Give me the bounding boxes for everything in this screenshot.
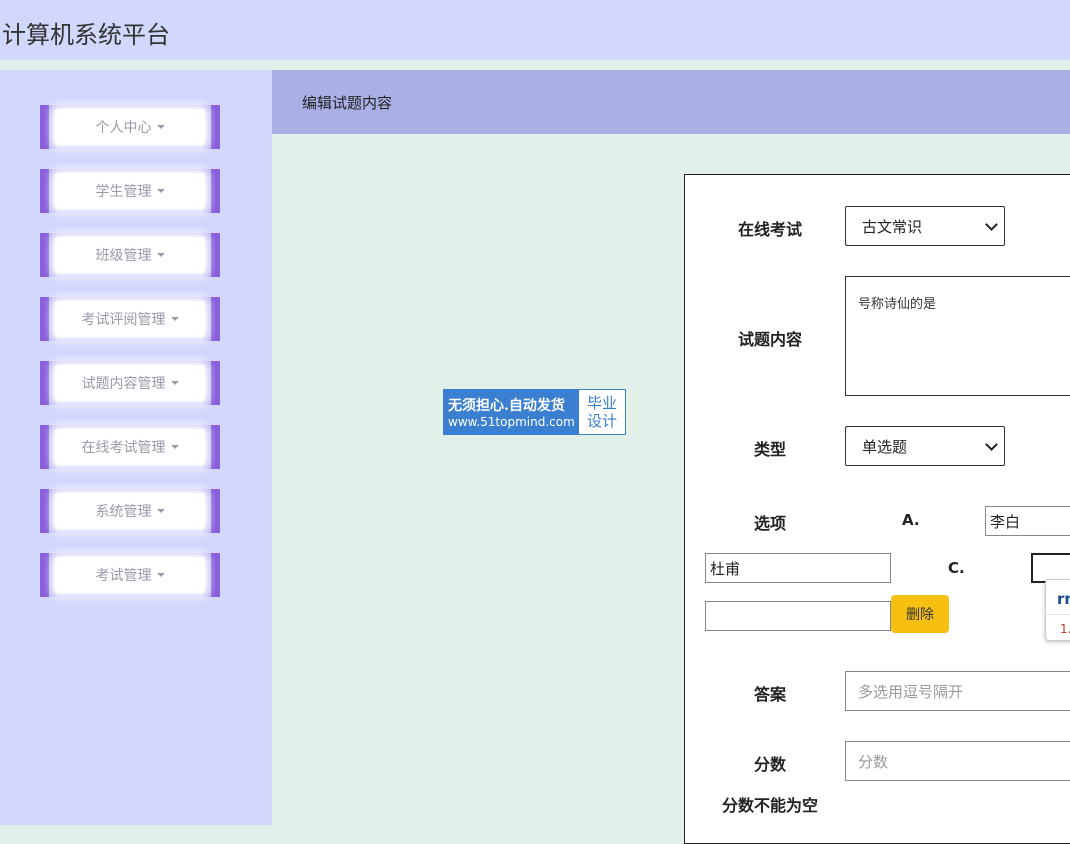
top-header: 计算机系统平台 [0, 0, 1070, 60]
watermark-url: www.51topmind.com [448, 415, 575, 429]
sidebar-item-personal-center[interactable]: 个人中心 [40, 105, 220, 149]
score-label: 分数 [754, 755, 787, 774]
sidebar-item-label: 考试管理 [95, 568, 152, 584]
watermark-tag2: 设计 [586, 412, 617, 430]
sidebar-item-question-content[interactable]: 试题内容管理 [40, 361, 220, 405]
sidebar: 个人中心 学生管理 班级管理 考试评阅管理 试题内容管理 在线考试管理 系统管理… [0, 70, 272, 825]
delete-option-button[interactable]: 删除 [891, 595, 949, 633]
option-a-input[interactable]: 李白 [985, 506, 1070, 536]
sidebar-item-label: 考试评阅管理 [81, 312, 166, 328]
chevron-down-icon [985, 217, 998, 231]
answer-label: 答案 [754, 685, 787, 704]
watermark-badge: 无须担心.自动发货 www.51topmind.com 毕业 设计 [443, 389, 626, 435]
type-label: 类型 [754, 440, 787, 459]
content-textarea[interactable]: 号称诗仙的是 [845, 276, 1070, 396]
popup-text: rn [1057, 590, 1070, 608]
breadcrumb: 编辑试题内容 [272, 70, 1070, 134]
caret-down-icon [170, 381, 179, 385]
sidebar-item-system[interactable]: 系统管理 [40, 489, 220, 533]
popup-number: 1. [1060, 622, 1070, 636]
sidebar-item-exams[interactable]: 考试管理 [40, 553, 220, 597]
option-d-input[interactable] [705, 601, 891, 631]
content-label: 试题内容 [738, 330, 803, 349]
sidebar-item-label: 系统管理 [95, 504, 152, 520]
app-title: 计算机系统平台 [2, 21, 170, 49]
exam-select-value: 古文常识 [862, 217, 923, 236]
sidebar-item-label: 在线考试管理 [81, 440, 166, 456]
header-gap [0, 60, 1070, 70]
sidebar-item-exam-review[interactable]: 考试评阅管理 [40, 297, 220, 341]
popup-divider [1046, 614, 1070, 615]
page-title: 编辑试题内容 [302, 94, 393, 112]
sidebar-item-label: 班级管理 [95, 248, 152, 264]
sidebar-item-label: 学生管理 [95, 184, 152, 200]
caret-down-icon [156, 253, 165, 257]
sidebar-item-classes[interactable]: 班级管理 [40, 233, 220, 277]
answer-input[interactable]: 多选用逗号隔开 [845, 671, 1070, 711]
sidebar-item-online-exam[interactable]: 在线考试管理 [40, 425, 220, 469]
caret-down-icon [156, 573, 165, 577]
score-input[interactable]: 分数 [845, 741, 1070, 781]
sidebar-item-label: 试题内容管理 [81, 376, 166, 392]
edit-question-form: 在线考试 古文常识 试题内容 号称诗仙的是 类型 单选题 选项 A. 李白 杜甫… [684, 174, 1070, 844]
exam-select[interactable]: 古文常识 [845, 206, 1005, 246]
chevron-down-icon [985, 437, 998, 451]
sidebar-item-students[interactable]: 学生管理 [40, 169, 220, 213]
watermark-line1: 无须担心.自动发货 [448, 398, 565, 414]
option-a-letter: A. [902, 511, 920, 529]
caret-down-icon [156, 189, 165, 193]
autocomplete-popup[interactable]: rn 1. [1045, 579, 1070, 641]
type-select[interactable]: 单选题 [845, 426, 1005, 466]
option-b-input[interactable]: 杜甫 [705, 553, 891, 583]
option-c-letter: C. [948, 559, 965, 577]
caret-down-icon [156, 509, 165, 513]
caret-down-icon [170, 317, 179, 321]
type-select-value: 单选题 [862, 437, 908, 456]
caret-down-icon [156, 125, 165, 129]
sidebar-item-label: 个人中心 [95, 120, 152, 136]
options-label: 选项 [754, 514, 787, 533]
caret-down-icon [170, 445, 179, 449]
score-error-message: 分数不能为空 [722, 796, 819, 815]
watermark-tag1: 毕业 [586, 394, 617, 412]
exam-label: 在线考试 [738, 220, 803, 239]
